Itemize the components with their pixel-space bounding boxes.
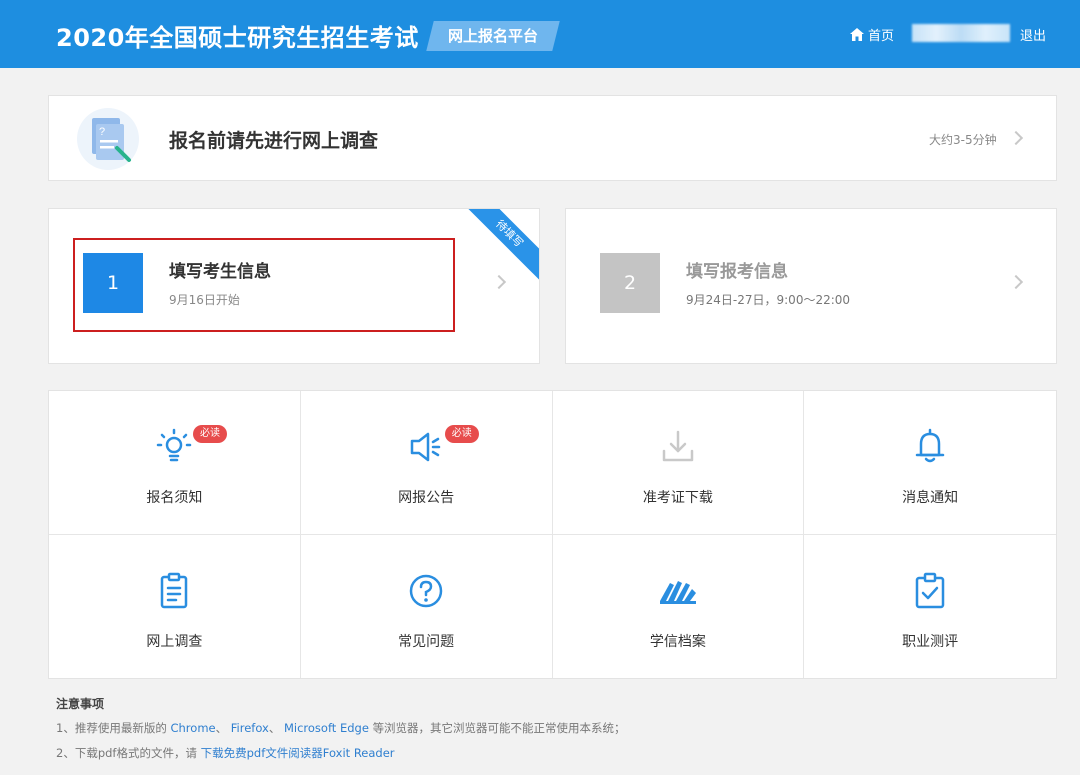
chevron-right-icon: [1008, 130, 1024, 146]
svg-text:?: ?: [99, 126, 105, 138]
grid-item-label: 网报公告: [398, 490, 455, 506]
note-text: 2、下载pdf格式的文件，请: [56, 746, 197, 760]
note-separator: 、: [268, 721, 281, 735]
notes-section: 注意事项 1、推荐使用最新版的 Chrome、 Firefox、 Microso…: [56, 695, 1056, 770]
survey-card[interactable]: ? 报名前请先进行网上调查 大约3-5分钟: [48, 95, 1057, 181]
chevron-right-icon: [1008, 274, 1024, 290]
grid-item-label: 学信档案: [649, 633, 706, 650]
note-separator: 、: [215, 721, 228, 735]
grid-item-label: 报名须知: [146, 490, 203, 506]
must-read-badge: 必读: [193, 425, 227, 443]
logout-link[interactable]: 退出: [1020, 25, 1046, 44]
grid-item-registration-notes[interactable]: 必读 报名须知: [49, 391, 301, 535]
clipboard-check-icon: [915, 572, 945, 608]
step-card-fill-candidate-info[interactable]: 1 填写考生信息 9月16日开始 待填写: [48, 208, 540, 364]
grid-item-online-survey[interactable]: 网上调查: [49, 534, 301, 678]
chrome-link[interactable]: Chrome: [170, 721, 215, 735]
note-text: 1、推荐使用最新版的: [56, 721, 167, 735]
grid-item-label: 常见问题: [398, 633, 455, 650]
lightbulb-icon: [157, 428, 192, 462]
status-ribbon: 待填写: [458, 209, 539, 285]
clipboard-list-icon: [161, 572, 188, 608]
download-icon: [662, 430, 694, 462]
archive-icon: [659, 580, 696, 604]
step-number: 1: [83, 253, 143, 313]
grid-item-student-archive[interactable]: 学信档案: [553, 534, 805, 678]
grid-item-admission-ticket-download[interactable]: 准考证下载: [552, 391, 805, 535]
edge-link[interactable]: Microsoft Edge: [284, 721, 369, 735]
chevron-right-icon: [491, 274, 507, 290]
notes-title: 注意事项: [56, 697, 105, 711]
megaphone-icon: [410, 432, 441, 462]
firefox-link[interactable]: Firefox: [231, 721, 269, 735]
home-link-label: 首页: [868, 29, 895, 44]
grid-item-career-assessment[interactable]: 职业测评: [804, 535, 1056, 679]
grid-item-label: 消息通知: [902, 490, 959, 506]
step-number: 2: [600, 253, 660, 313]
question-circle-icon: [409, 574, 443, 607]
function-grid: 必读 报名须知 必读 网报公告 准考证下载 消息通知 网上调查 常见问题 学信档…: [48, 390, 1057, 679]
must-read-badge: 必读: [444, 425, 479, 443]
note-text: 等浏览器，其它浏览器可能不能正常使用本系统；: [372, 721, 626, 735]
step-date: 9月24日-27日，9:00～22:00: [686, 293, 851, 307]
username-redacted: [912, 24, 1010, 42]
step-card-fill-application-info[interactable]: 2 填写报考信息 9月24日-27日，9:00～22:00: [565, 208, 1057, 364]
grid-item-faq[interactable]: 常见问题: [301, 534, 553, 678]
step-title: 填写报考信息: [686, 262, 788, 282]
note-line-browsers: 1、推荐使用最新版的 Chrome、 Firefox、 Microsoft Ed…: [56, 720, 1056, 736]
platform-tag-label: 网上报名平台: [447, 27, 538, 45]
home-link[interactable]: 首页: [850, 25, 894, 44]
step-date: 9月16日开始: [169, 293, 240, 307]
step-title: 填写考生信息: [169, 262, 271, 282]
survey-duration: 大约3-5分钟: [929, 133, 997, 147]
grid-item-label: 职业测评: [902, 633, 959, 650]
foxit-reader-link[interactable]: 下载免费pdf文件阅读器Foxit Reader: [201, 746, 395, 760]
bell-icon: [915, 428, 945, 463]
grid-item-notifications[interactable]: 消息通知: [804, 391, 1056, 535]
home-icon: [850, 28, 864, 41]
grid-item-announcements[interactable]: 必读 网报公告: [300, 391, 553, 535]
grid-item-label: 网上调查: [146, 633, 203, 650]
note-line-pdf: 2、下载pdf格式的文件，请 下载免费pdf文件阅读器Foxit Reader: [56, 745, 1056, 761]
site-title: 2020年全国硕士研究生招生考试: [56, 24, 419, 52]
grid-item-label: 准考证下载: [642, 490, 713, 506]
top-header: 2020年全国硕士研究生招生考试 网上报名平台 首页 退出: [0, 0, 1080, 68]
survey-title: 报名前请先进行网上调查: [169, 130, 379, 152]
platform-tag: 网上报名平台: [426, 21, 560, 51]
survey-icon: ?: [77, 108, 139, 170]
